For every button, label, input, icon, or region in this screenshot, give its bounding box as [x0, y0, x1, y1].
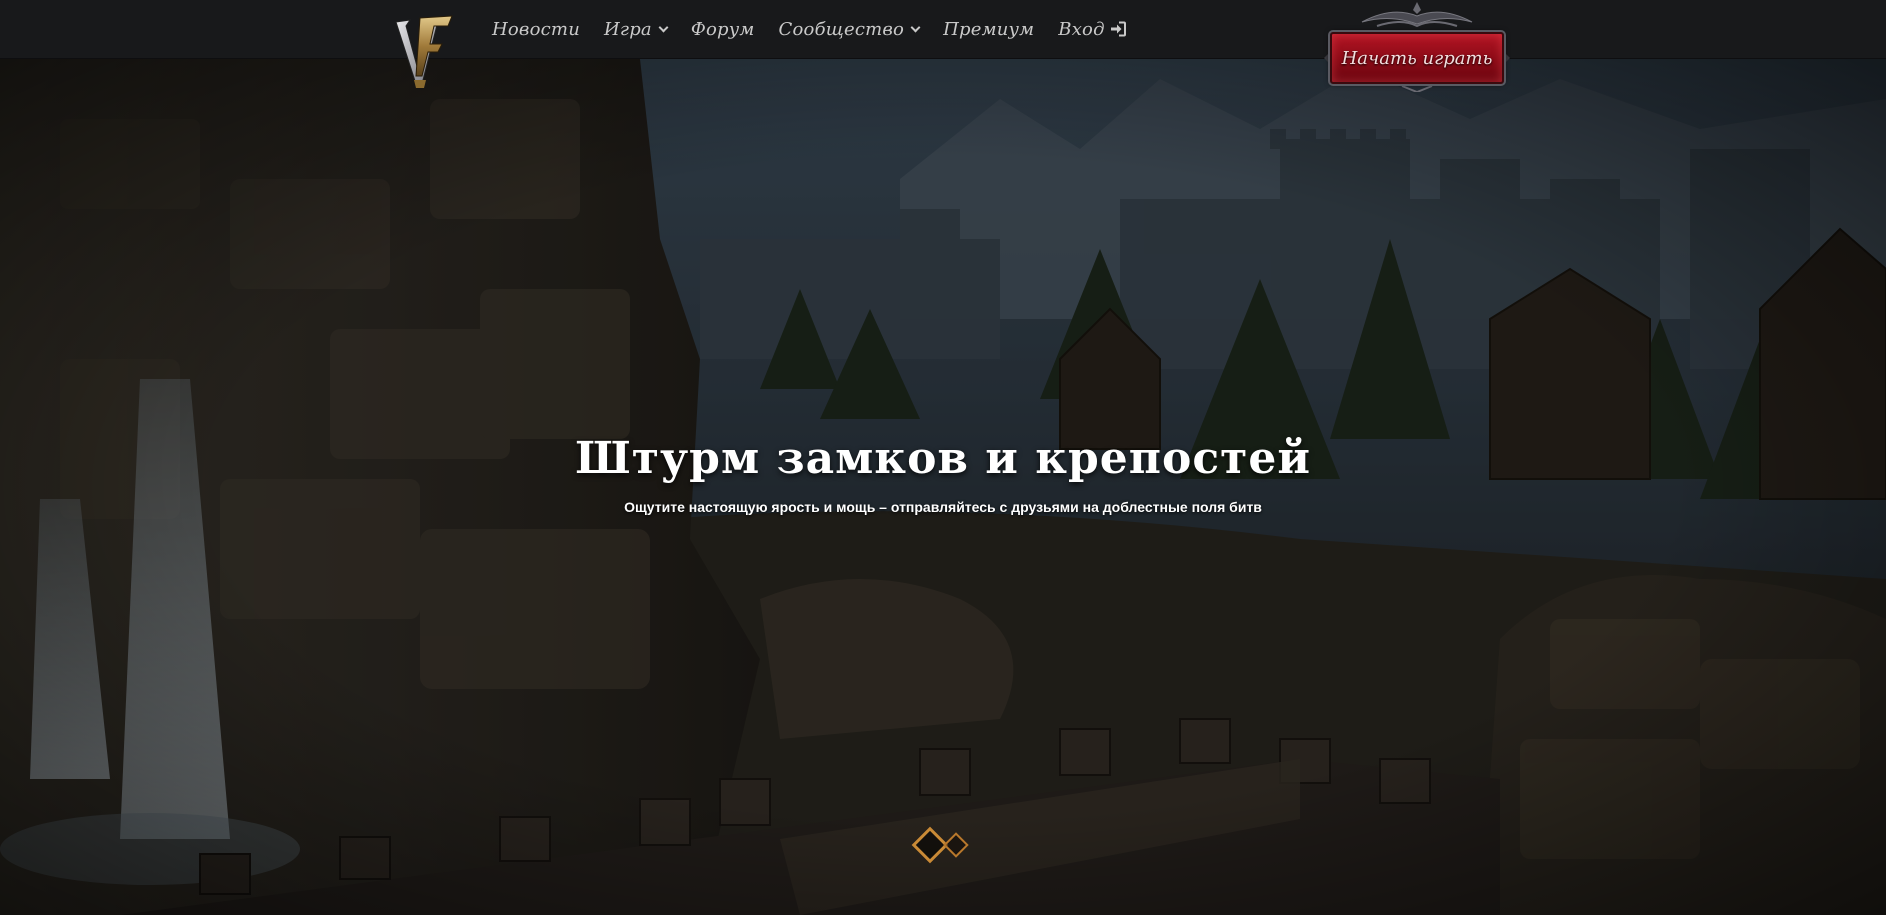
- nav-item-label: Новости: [492, 18, 580, 40]
- chevron-down-icon: [910, 22, 921, 32]
- nav-item-community[interactable]: Сообщество: [778, 18, 921, 40]
- sign-in-icon: [1110, 21, 1126, 37]
- nav-item-forum[interactable]: Форум: [691, 19, 755, 40]
- slider-dot-2[interactable]: [943, 832, 969, 858]
- nav-item-label: Сообщество: [778, 18, 905, 40]
- nav-item-premium[interactable]: Премиум: [943, 19, 1034, 40]
- nav-item-label: Премиум: [943, 18, 1035, 40]
- nav-item-label: Форум: [690, 18, 755, 40]
- chevron-down-icon: [658, 22, 669, 32]
- start-playing-button[interactable]: Начать играть: [1328, 30, 1506, 86]
- hero-banner: Штурм замков и крепостей Ощутите настоящ…: [0, 59, 1886, 915]
- slider-pagination: [911, 826, 969, 864]
- game-monogram-logo: [395, 15, 453, 88]
- nav-item-game[interactable]: Игра: [604, 18, 669, 40]
- nav-item-label: Игра: [604, 18, 652, 40]
- nav-item-label: Вход: [1058, 18, 1105, 40]
- site-logo[interactable]: [392, 14, 456, 92]
- hero-subtitle: Ощутите настоящую ярость и мощь – отправ…: [624, 499, 1262, 515]
- nav-item-news[interactable]: Новости: [492, 19, 580, 40]
- nav-item-login[interactable]: Вход: [1058, 18, 1126, 40]
- main-nav: Новости Игра Форум Сообщество Премиум Вх…: [492, 16, 1126, 42]
- play-button-container: Начать играть: [1322, 0, 1512, 92]
- castle-landscape-background: [0, 59, 1886, 915]
- hero-title: Штурм замков и крепостей: [574, 433, 1312, 484]
- top-navigation-bar: Новости Игра Форум Сообщество Премиум Вх…: [0, 0, 1886, 59]
